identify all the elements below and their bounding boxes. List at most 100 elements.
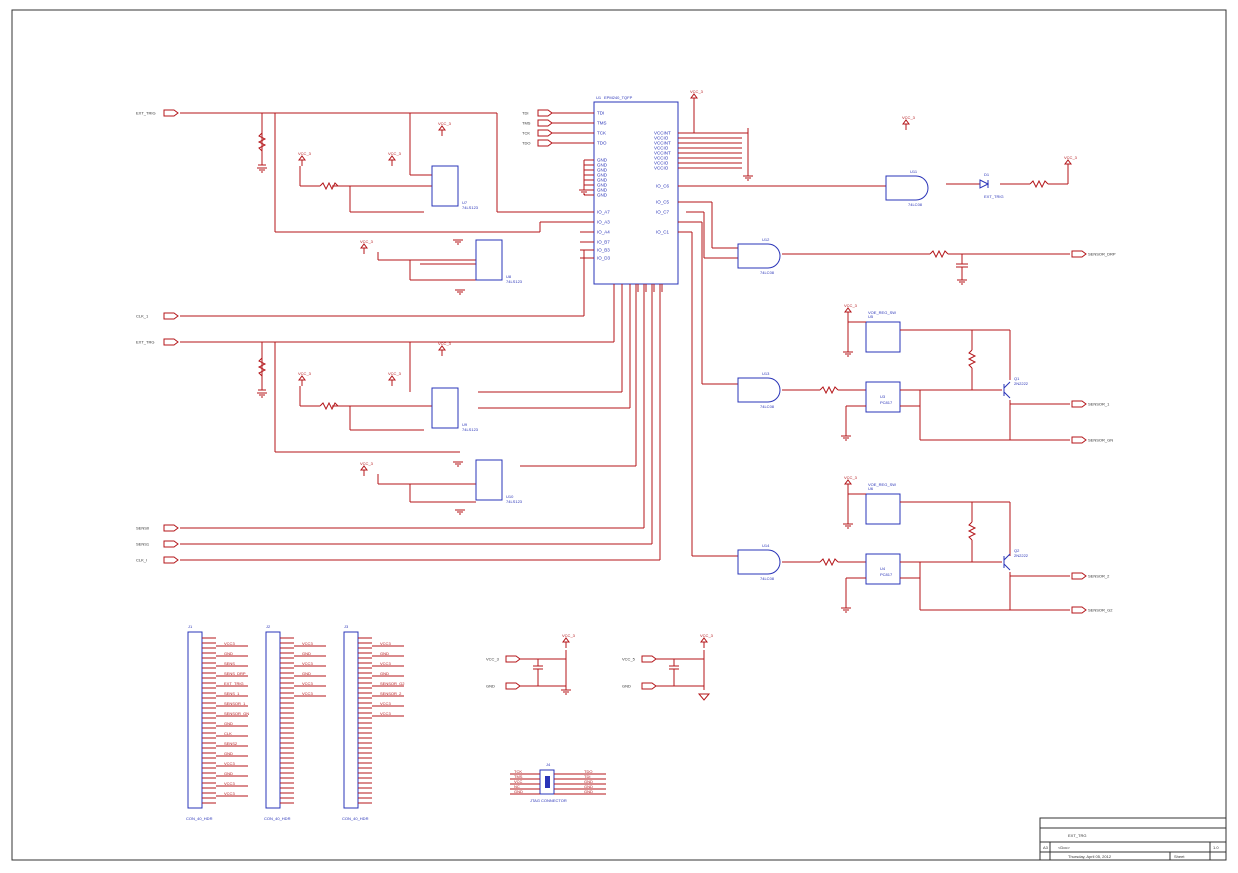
vcc-marker [388, 155, 396, 166]
gate-part: 74LC08 [760, 404, 775, 409]
vcc-marker [902, 119, 910, 130]
jtag-header-part: JTAG CONNECTOR [530, 798, 567, 803]
power-port [641, 655, 657, 663]
header-net-label: GND [380, 671, 389, 676]
jtag-port-tdi [537, 109, 553, 117]
header-net-label: GND [302, 651, 311, 656]
fpga-pin-label-tdo: TDO [597, 141, 607, 146]
header-net-label: VCC3 [224, 761, 235, 766]
header-net-label: GND [302, 671, 311, 676]
left-port [163, 338, 179, 346]
fpga-io-label: IO_A7 [597, 210, 610, 215]
led-ref: D1 [984, 172, 990, 177]
transistor-part: 2N2222 [1014, 381, 1029, 386]
title-block-size: A3 [1043, 845, 1049, 850]
schematic-canvas: EXT_TRG A3 <Doc> 1.0 Thursday, April 05,… [11, 9, 1227, 861]
jtag-port-label: TMS [522, 121, 531, 126]
fpga-pin-label-tms: TMS [597, 121, 607, 126]
oneshot-u8 [475, 239, 503, 281]
title-block-rev: 1.0 [1213, 845, 1219, 850]
vcc-label: VCC_3 [700, 633, 714, 638]
regulator-part: VOE_REG_SW [868, 310, 896, 315]
header-net-label: GND [224, 751, 233, 756]
header-net-label: SENS_DRP [224, 671, 246, 676]
fpga-designator: U1 [596, 95, 602, 100]
left-port-label: SENS1 [136, 542, 150, 547]
header-net-label: GND [224, 721, 233, 726]
header-net-label: SENSOR_1 [224, 701, 246, 706]
oneshot-part: 74LS123 [462, 427, 479, 432]
ground-symbol [843, 523, 853, 529]
header-net-label: GND [380, 651, 389, 656]
fpga-io-label: IO_C1 [656, 230, 670, 235]
header-net-label: VCC3 [224, 641, 235, 646]
fpga-vcc-label: VCCIO [654, 166, 669, 171]
fpga-io-label: IO_D3 [597, 256, 611, 261]
power-port-label: GND [622, 684, 631, 689]
header-j3 [343, 631, 359, 809]
jtag-port-group: TDI TMS TCK TDO [522, 109, 580, 147]
fpga-io-label: IO_B3 [597, 248, 610, 253]
header-net-label: SENSOR_G2 [380, 681, 405, 686]
header-net-label: SENS2 [224, 741, 238, 746]
power-port [505, 682, 521, 690]
left-port-label: EXT_TRG [136, 340, 154, 345]
ground-symbol [453, 461, 463, 467]
right-port [1071, 250, 1087, 258]
header-net-label: VCC3 [224, 781, 235, 786]
opto-part: PC817 [880, 400, 893, 405]
left-port-label: EXT_TRIG [136, 111, 156, 116]
fpga-io-label: IO_C5 [656, 200, 670, 205]
vcc-label: VCC_3 [388, 371, 402, 376]
power-port-label: GND [486, 684, 495, 689]
header-net-label: EXT_TRIG [224, 681, 244, 686]
fpga-pin-label-tdi: TDI [597, 111, 604, 116]
vcc-label: VCC_3 [438, 341, 452, 346]
jtag-port-tms [537, 119, 553, 127]
ground-symbol [841, 435, 851, 441]
left-port [163, 312, 179, 320]
vcc-label: VCC_3 [298, 371, 312, 376]
power-port [505, 655, 521, 663]
power-port [641, 682, 657, 690]
header-ref: J2 [266, 624, 271, 629]
vcc-marker [844, 307, 852, 318]
vcc-marker [1064, 159, 1072, 170]
header-part: CON_40_HDR [342, 816, 369, 821]
vcc-marker [690, 93, 698, 104]
gate-ref: U14 [762, 543, 770, 548]
fpga-io-label: IO_C7 [656, 210, 670, 215]
opto-ref: U4 [880, 566, 886, 571]
left-port [163, 524, 179, 532]
vcc-label: VCC_3 [1064, 155, 1078, 160]
header-ref: J3 [344, 624, 349, 629]
fpga-io-label: IO_A3 [597, 220, 610, 225]
ground-symbol [455, 509, 465, 515]
gate-ref: U12 [762, 237, 770, 242]
jtag-port-label: TCK [522, 131, 530, 136]
title-block-title: EXT_TRG [1068, 833, 1086, 838]
right-port-label: SENSOR_DRP [1088, 252, 1116, 257]
header-net-label: GND [224, 651, 233, 656]
header-ref: J1 [188, 624, 193, 629]
ground-symbol [257, 167, 267, 173]
left-port-label: SENS0 [136, 526, 150, 531]
vcc-label: VCC_3 [438, 121, 452, 126]
opto-ref: U3 [880, 394, 886, 399]
vcc-label: VCC_3 [298, 151, 312, 156]
oneshot-u9 [431, 387, 459, 429]
ground-symbol [453, 239, 463, 245]
right-port-label: SENSOR_GN [1088, 438, 1113, 443]
gate-ref: U11 [910, 169, 918, 174]
header-net-label: VCC3 [302, 681, 313, 686]
vcc-label: VCC_3 [844, 303, 858, 308]
vcc-label: VCC_3 [902, 115, 916, 120]
connector-group: J1 CON_40_HDR VCC3 GND SENS SENS_DRP EXT_TRIG S… [186, 624, 405, 821]
vcc-marker [388, 375, 396, 386]
fpga-io-label: IO_C6 [656, 184, 670, 189]
header-j2 [265, 631, 281, 809]
header-net-label: VCC3 [302, 661, 313, 666]
header-part: CON_40_HDR [186, 816, 213, 821]
header-net-label: VCC3 [380, 641, 391, 646]
vcc-markers: VCC_3 VCC_3 VCC_3 VCC_3 VCC_3 VCC_3 VCC_3 VCC_3… [298, 89, 1078, 648]
